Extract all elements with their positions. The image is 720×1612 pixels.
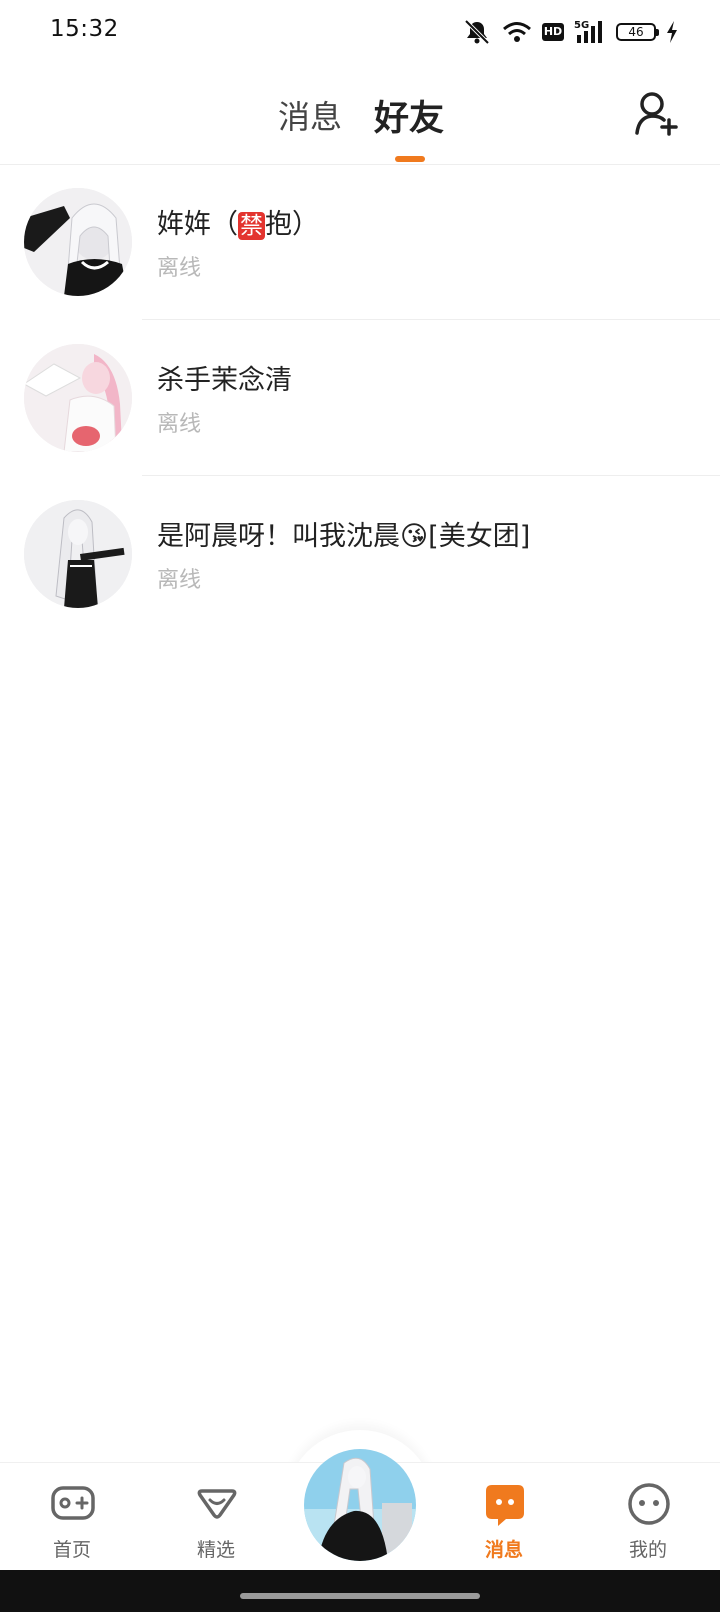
nav-profile[interactable]: 我的 — [588, 1463, 708, 1571]
friend-item[interactable]: 是阿晨呀！叫我沈晨😘[美女团] 离线 — [0, 476, 720, 632]
friend-status: 离线 — [157, 256, 202, 281]
friend-status: 离线 — [157, 568, 202, 593]
active-tab-indicator — [395, 156, 425, 162]
nav-messages-label: 消息 — [484, 1539, 523, 1561]
nav-messages[interactable]: 消息 — [444, 1463, 564, 1571]
ban-emoji-badge: 禁 — [238, 212, 265, 240]
system-gesture-area — [0, 1570, 720, 1612]
charging-icon — [666, 21, 678, 43]
friend-item[interactable]: 杀手茉念清 离线 — [0, 320, 720, 476]
friend-item[interactable]: 姩姩（禁抱） 离线 — [0, 164, 720, 320]
status-bar: 15:32 HD 5G 46 — [0, 0, 720, 64]
friend-list: 姩姩（禁抱） 离线 杀手茉念清 离线 是阿晨呀！叫我沈晨😘[美女团] 离线 — [0, 164, 720, 632]
hd-badge: HD — [542, 23, 564, 41]
friend-name: 杀手茉念清 — [157, 365, 292, 396]
wifi-icon — [502, 20, 532, 44]
add-person-icon — [635, 92, 678, 136]
avatar[interactable] — [24, 344, 132, 452]
nav-profile-label: 我的 — [628, 1539, 667, 1561]
heart-icon — [197, 1489, 237, 1519]
nav-home-label: 首页 — [52, 1539, 91, 1561]
chat-icon — [486, 1485, 524, 1526]
kiss-emoji: 😘 — [400, 521, 429, 552]
add-friend-button[interactable] — [634, 90, 678, 138]
svg-text:5G: 5G — [574, 20, 589, 31]
battery-indicator: 46 — [616, 23, 659, 41]
status-icons: HD 5G 46 — [462, 18, 678, 46]
face-icon — [628, 1483, 670, 1525]
friend-name: 姩姩（禁抱） — [157, 209, 319, 240]
status-time: 15:32 — [50, 16, 119, 42]
avatar[interactable] — [24, 188, 132, 296]
top-header: 消息 好友 — [0, 64, 720, 165]
nav-home[interactable]: 首页 — [12, 1463, 132, 1571]
friend-status: 离线 — [157, 412, 202, 437]
nav-featured-label: 精选 — [196, 1539, 235, 1561]
signal-icon: 5G — [574, 19, 606, 45]
avatar — [304, 1449, 416, 1561]
tab-friends[interactable]: 好友 — [374, 90, 444, 141]
center-avatar-button[interactable] — [304, 1449, 416, 1561]
home-gesture-bar[interactable] — [240, 1593, 480, 1599]
mute-icon — [462, 19, 492, 45]
friend-name: 是阿晨呀！叫我沈晨😘[美女团] — [157, 521, 531, 552]
gamepad-icon — [51, 1486, 95, 1520]
avatar[interactable] — [24, 500, 132, 608]
tab-messages[interactable]: 消息 — [278, 92, 342, 138]
nav-featured[interactable]: 精选 — [156, 1463, 276, 1571]
